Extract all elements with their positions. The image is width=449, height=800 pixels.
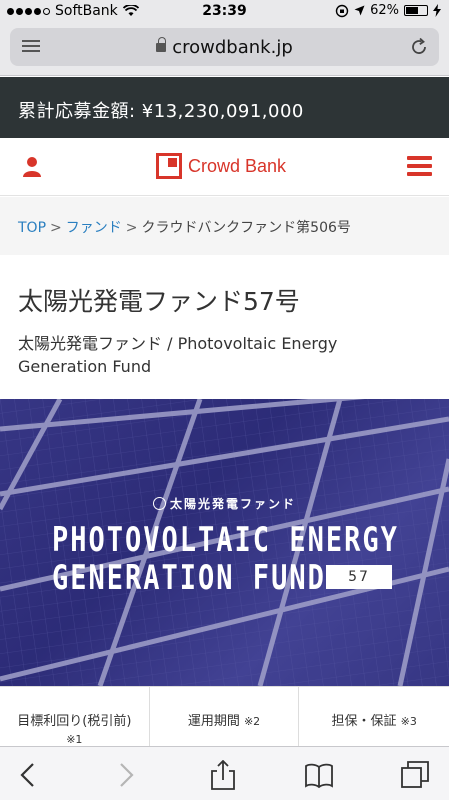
collateral-cell: 担保・保証 ※3 — [299, 687, 449, 746]
hero-tag-text: 太陽光発電ファンド — [169, 497, 296, 511]
term-label: 運用期間 — [187, 714, 240, 729]
total-funding-bar: 累計応募金額: ¥13,230,091,000 — [0, 77, 449, 138]
tabs-icon[interactable] — [400, 760, 430, 790]
logo-text: Crowd Bank — [188, 155, 287, 176]
share-icon[interactable] — [208, 760, 238, 790]
bookmarks-icon[interactable] — [304, 760, 334, 790]
breadcrumb-separator: > — [125, 220, 138, 236]
breadcrumb-fund[interactable]: ファンド — [66, 220, 122, 236]
battery-icon — [404, 5, 428, 16]
hamburger-menu-icon[interactable] — [407, 156, 432, 176]
fund-info-row: 目標利回り(税引前) ※1 運用期間 ※2 担保・保証 ※3 — [0, 686, 449, 746]
battery-percent: 62% — [370, 3, 399, 18]
back-icon[interactable] — [14, 760, 44, 790]
hero-fund-number: 57 — [326, 565, 392, 589]
hero-tag: 太陽光発電ファンド — [0, 495, 449, 512]
hero-banner: 太陽光発電ファンド PHOTOVOLTAIC ENERGY GENERATION… — [0, 399, 449, 686]
browser-toolbar — [0, 746, 449, 800]
lock-icon — [156, 37, 167, 52]
term-cell: 運用期間 ※2 — [150, 687, 300, 746]
collateral-note[interactable]: ※3 — [401, 715, 417, 728]
breadcrumb-separator: > — [50, 220, 62, 236]
browser-address-area: crowdbank.jp — [0, 22, 449, 76]
hero-headline-line1: PHOTOVOLTAIC ENERGY — [52, 521, 399, 560]
term-note[interactable]: ※2 — [244, 715, 260, 728]
orientation-lock-icon — [335, 4, 349, 17]
location-icon — [354, 5, 365, 16]
url-text: crowdbank.jp — [172, 37, 293, 58]
reload-icon[interactable] — [409, 37, 429, 57]
breadcrumb: TOP > ファンド > クラウドバンクファンド第506号 — [0, 197, 449, 255]
page-title: 太陽光発電ファンド57号 — [18, 287, 300, 316]
status-bar: SoftBank 23:39 62% — [0, 0, 449, 22]
target-yield-cell: 目標利回り(税引前) ※1 — [0, 687, 150, 746]
breadcrumb-current: クラウドバンクファンド第506号 — [141, 220, 351, 236]
hero-headline-line2: GENERATION FUND — [52, 559, 326, 598]
url-display[interactable]: crowdbank.jp — [10, 37, 439, 58]
site-header: Crowd Bank — [0, 138, 449, 196]
target-yield-label: 目標利回り(税引前) — [17, 714, 132, 729]
status-right-group: 62% — [335, 3, 441, 18]
crowd-bank-logo[interactable]: Crowd Bank — [156, 153, 286, 179]
logo-mark-icon — [156, 153, 182, 179]
charging-icon — [433, 4, 441, 17]
breadcrumb-top[interactable]: TOP — [18, 220, 46, 236]
user-icon[interactable] — [22, 156, 42, 178]
page-subtitle: 太陽光発電ファンド / Photovoltaic Energy Generati… — [18, 334, 338, 376]
address-bar[interactable]: crowdbank.jp — [10, 28, 439, 66]
collateral-label: 担保・保証 — [331, 714, 397, 729]
forward-icon[interactable] — [110, 760, 140, 790]
bolt-icon — [152, 497, 166, 510]
